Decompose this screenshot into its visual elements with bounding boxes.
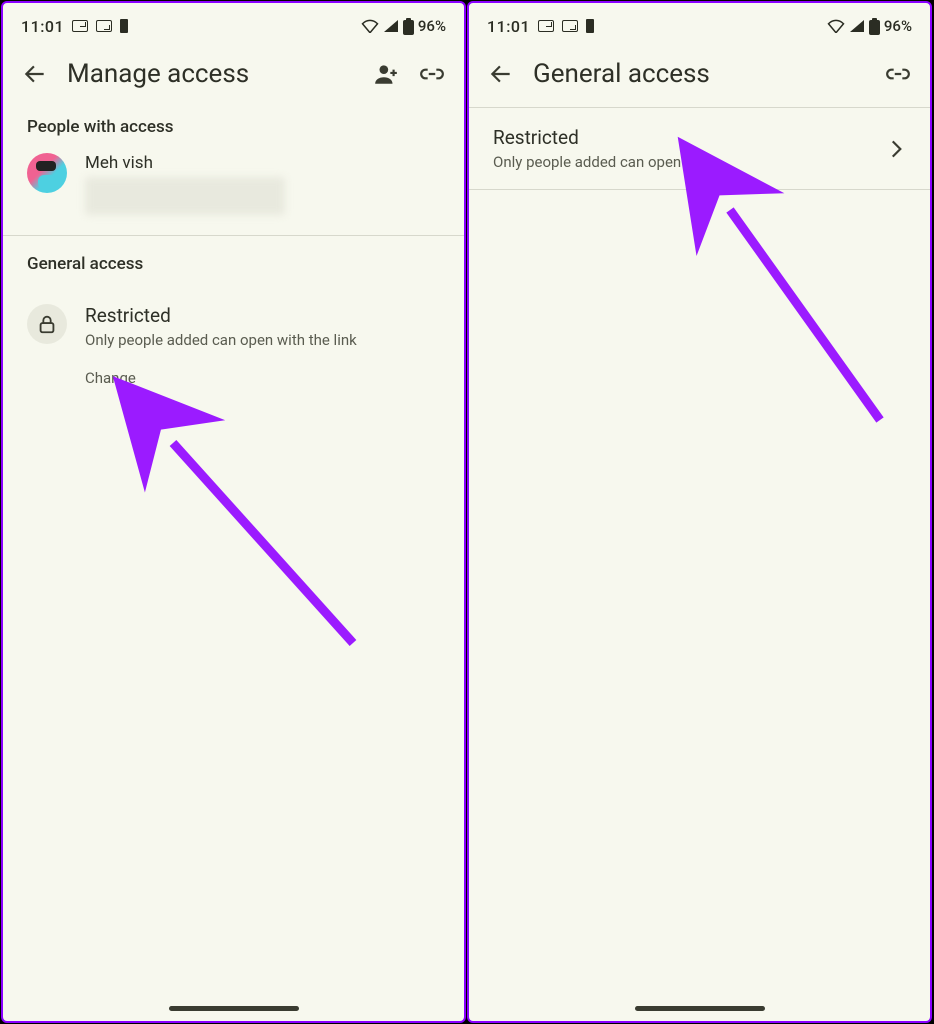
battery-icon <box>869 18 880 35</box>
page-title: Manage access <box>67 59 354 89</box>
wifi-icon <box>361 19 379 33</box>
link-button[interactable] <box>418 60 446 88</box>
page-title: General access <box>533 59 866 89</box>
restricted-row-subtitle: Only people added can open <box>493 153 882 171</box>
general-access-row[interactable]: Restricted Only people added can open wi… <box>3 286 464 395</box>
pip-icon <box>562 20 578 32</box>
card-icon <box>586 19 594 33</box>
status-time: 11:01 <box>21 17 64 36</box>
restricted-subtitle: Only people added can open with the link <box>85 331 440 349</box>
general-access-heading: General access <box>3 236 464 286</box>
signal-icon <box>849 19 865 33</box>
person-name: Meh vish <box>85 153 285 173</box>
status-time: 11:01 <box>487 17 530 36</box>
back-button[interactable] <box>21 60 49 88</box>
app-bar: General access <box>469 45 930 107</box>
status-bar: 11:01 96% <box>3 3 464 45</box>
annotation-arrow <box>690 170 930 454</box>
wifi-icon <box>827 19 845 33</box>
pip-icon <box>538 20 554 32</box>
screen-manage-access: 11:01 96% Manage access People with acce… <box>1 1 466 1023</box>
pip-icon <box>96 20 112 32</box>
restricted-row-title: Restricted <box>493 126 882 149</box>
card-icon <box>120 19 128 33</box>
signal-icon <box>383 19 399 33</box>
screen-general-access: 11:01 96% General access Restricted Only… <box>467 1 932 1023</box>
status-bar: 11:01 96% <box>469 3 930 45</box>
add-person-button[interactable] <box>372 60 400 88</box>
change-link[interactable]: Change <box>85 369 440 387</box>
annotation-arrow <box>143 413 403 677</box>
people-with-access-heading: People with access <box>3 107 464 149</box>
restricted-row[interactable]: Restricted Only people added can open <box>469 107 930 190</box>
person-email-redacted <box>85 177 285 215</box>
nav-handle[interactable] <box>635 1006 765 1011</box>
pip-icon <box>72 20 88 32</box>
nav-handle[interactable] <box>169 1006 299 1011</box>
battery-icon <box>403 18 414 35</box>
battery-text: 96% <box>884 17 912 35</box>
chevron-right-icon <box>882 135 910 163</box>
person-row[interactable]: Meh vish <box>3 149 464 235</box>
link-button[interactable] <box>884 60 912 88</box>
app-bar: Manage access <box>3 45 464 107</box>
avatar <box>27 153 67 193</box>
lock-icon <box>27 304 67 344</box>
restricted-title: Restricted <box>85 304 440 327</box>
battery-text: 96% <box>418 17 446 35</box>
back-button[interactable] <box>487 60 515 88</box>
